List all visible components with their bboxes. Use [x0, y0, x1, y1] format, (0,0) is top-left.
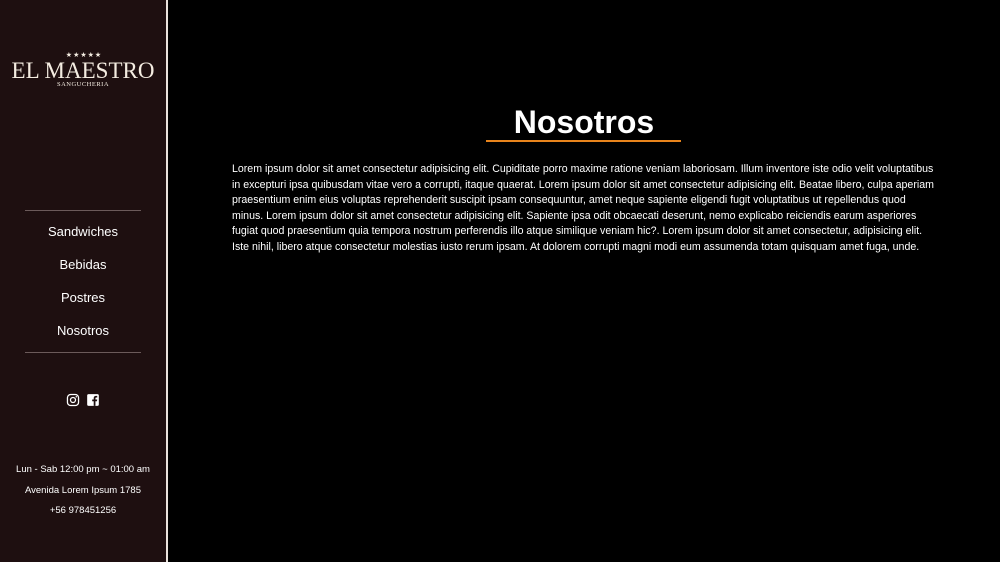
- nav-item-bebidas[interactable]: Bebidas: [0, 255, 166, 288]
- opening-hours: Lun - Sab 12:00 pm ~ 01:00 am: [16, 464, 150, 475]
- logo-name: EL MAESTRO: [11, 58, 155, 83]
- about-paragraph: Lorem ipsum dolor sit amet consectetur a…: [232, 163, 934, 253]
- sidebar-nav: Sandwiches Bebidas Postres Nosotros: [0, 222, 166, 354]
- instagram-icon[interactable]: [66, 393, 80, 407]
- brand-logo[interactable]: ★★★★★ EL MAESTRO SANGUCHERIA: [0, 52, 166, 89]
- page: ★★★★★ EL MAESTRO SANGUCHERIA Sandwiches …: [0, 0, 1000, 562]
- business-info: Lun - Sab 12:00 pm ~ 01:00 am Avenida Lo…: [0, 462, 166, 524]
- title-underline: [486, 140, 681, 142]
- address: Avenida Lorem Ipsum 1785: [24, 484, 141, 496]
- phone-number: +56 978451256: [49, 505, 117, 516]
- nav-item-sandwiches[interactable]: Sandwiches: [0, 222, 166, 255]
- facebook-icon[interactable]: [86, 393, 100, 407]
- nav-item-postres[interactable]: Postres: [0, 288, 166, 321]
- nav-divider-bottom: [25, 352, 141, 353]
- nav-item-nosotros[interactable]: Nosotros: [0, 321, 166, 354]
- nav-divider-top: [25, 210, 141, 211]
- page-title: Nosotros: [513, 104, 655, 140]
- social-links: [0, 393, 166, 407]
- main-content: Nosotros Lorem ipsum dolor sit amet cons…: [168, 0, 1000, 562]
- sidebar: ★★★★★ EL MAESTRO SANGUCHERIA Sandwiches …: [0, 0, 168, 562]
